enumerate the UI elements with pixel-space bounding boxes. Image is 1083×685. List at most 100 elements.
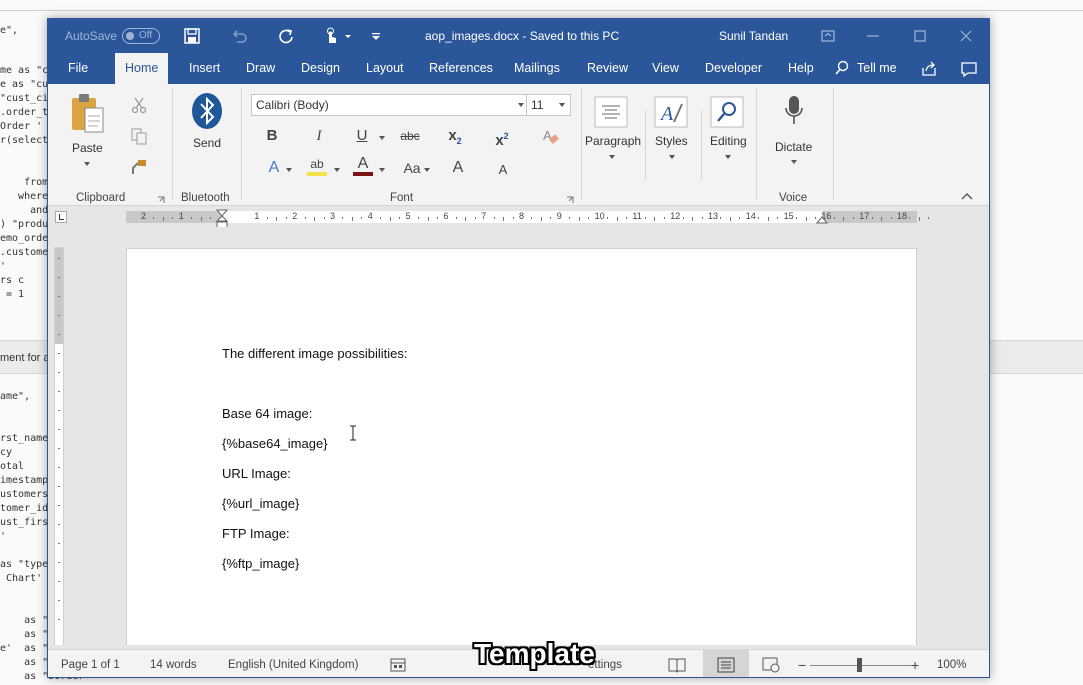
styles-icon[interactable]: A: [654, 96, 688, 128]
ruler-minor-tick: [739, 217, 741, 219]
share-icon[interactable]: [920, 60, 938, 78]
clear-formatting-icon[interactable]: A: [542, 128, 560, 146]
tab-insert[interactable]: Insert: [179, 53, 230, 84]
cut-icon[interactable]: [130, 96, 148, 114]
editing-dropdown-arrow[interactable]: [725, 155, 731, 159]
styles-dropdown-arrow[interactable]: [669, 155, 675, 159]
tab-layout[interactable]: Layout: [356, 53, 414, 84]
horizontal-ruler[interactable]: 2 1 1 2 3 4 5 6 7 8 9 10 11 12 13 14 15 16 17 18: [48, 207, 989, 229]
superscript-button[interactable]: x2: [488, 124, 516, 149]
zoom-slider-track[interactable]: [810, 665, 914, 666]
macro-recording-icon[interactable]: [390, 657, 406, 673]
language-indicator[interactable]: English (United Kingdom): [228, 650, 358, 677]
grow-font-button[interactable]: A: [444, 156, 472, 180]
document-paragraph[interactable]: {%base64_image}: [222, 436, 328, 451]
redo-icon[interactable]: [277, 27, 295, 45]
zoom-in-button[interactable]: +: [911, 650, 919, 677]
close-icon[interactable]: [954, 24, 978, 48]
customize-toolbar-icon[interactable]: [370, 27, 382, 45]
change-case-dropdown-arrow[interactable]: [424, 168, 430, 172]
code-line: ust_firs: [0, 517, 49, 528]
paste-dropdown-arrow[interactable]: [84, 162, 90, 166]
subscript-button[interactable]: x2: [441, 124, 469, 148]
zoom-level[interactable]: 100%: [937, 650, 966, 677]
document-paragraph[interactable]: Base 64 image:: [222, 406, 312, 421]
web-layout-icon[interactable]: [762, 657, 780, 673]
tab-file[interactable]: File: [58, 53, 98, 84]
document-page[interactable]: The different image possibilities: Base 6…: [126, 248, 917, 645]
copy-icon[interactable]: [130, 127, 148, 145]
ruler-minor-tick: [162, 217, 164, 221]
undo-icon[interactable]: [230, 27, 248, 45]
shrink-font-button[interactable]: A: [489, 158, 517, 182]
zoom-slider-thumb[interactable]: [857, 658, 862, 672]
paragraph-button-label[interactable]: Paragraph: [585, 134, 641, 148]
text-effects-dropdown-arrow[interactable]: [286, 168, 292, 172]
dictate-dropdown-arrow[interactable]: [791, 160, 797, 164]
font-name-dropdown[interactable]: Calibri (Body): [251, 94, 527, 116]
styles-button-label[interactable]: Styles: [655, 134, 688, 148]
document-paragraph[interactable]: {%url_image}: [222, 496, 299, 511]
word-count[interactable]: 14 words: [150, 650, 197, 677]
tab-mailings[interactable]: Mailings: [504, 53, 570, 84]
text-effects-button[interactable]: A: [260, 156, 288, 180]
search-icon[interactable]: [834, 60, 850, 76]
print-layout-button[interactable]: [703, 650, 749, 677]
ribbon-display-options-icon[interactable]: [816, 24, 840, 48]
ruler-tick-label: 4: [367, 211, 373, 221]
save-icon[interactable]: [183, 27, 201, 45]
bluetooth-icon[interactable]: [190, 92, 224, 130]
paragraph-dropdown-arrow[interactable]: [609, 155, 615, 159]
chevron-down-icon[interactable]: [344, 27, 352, 45]
paragraph-icon[interactable]: [594, 96, 628, 128]
tab-design[interactable]: Design: [291, 53, 350, 84]
tab-help[interactable]: Help: [778, 53, 824, 84]
bold-button[interactable]: B: [258, 124, 286, 148]
dialog-launcher-icon[interactable]: [157, 196, 165, 204]
font-size-dropdown[interactable]: 11: [527, 94, 571, 116]
right-indent-marker-icon[interactable]: [816, 213, 828, 225]
strikethrough-button[interactable]: abc: [396, 124, 424, 148]
tab-selector[interactable]: [55, 211, 67, 223]
page-indicator[interactable]: Page 1 of 1: [61, 650, 120, 677]
tab-review[interactable]: Review: [577, 53, 638, 84]
comments-icon[interactable]: [960, 60, 978, 78]
touch-mode-icon[interactable]: [322, 27, 340, 45]
minimize-icon[interactable]: [861, 24, 885, 48]
tab-developer[interactable]: Developer: [695, 53, 772, 84]
collapse-ribbon-icon[interactable]: [960, 191, 974, 201]
document-paragraph[interactable]: The different image possibilities:: [222, 346, 407, 361]
read-mode-icon[interactable]: [668, 657, 686, 673]
tab-home[interactable]: Home: [115, 53, 169, 84]
autosave-toggle[interactable]: Off: [122, 28, 160, 44]
paste-button-label[interactable]: Paste: [72, 141, 103, 155]
dialog-launcher-icon[interactable]: [566, 196, 574, 204]
underline-button[interactable]: U: [348, 124, 376, 148]
send-button-label[interactable]: Send: [193, 136, 221, 150]
vertical-ruler[interactable]: [54, 247, 64, 645]
code-line: .custome: [0, 247, 49, 258]
change-case-button[interactable]: Aa: [398, 156, 426, 180]
document-paragraph[interactable]: FTP Image:: [222, 526, 290, 541]
user-name[interactable]: Sunil Tandan: [719, 19, 788, 53]
tab-view[interactable]: View: [642, 53, 689, 84]
microphone-icon[interactable]: [784, 94, 804, 130]
document-paragraph[interactable]: URL Image:: [222, 466, 291, 481]
font-color-dropdown-arrow[interactable]: [379, 168, 385, 172]
tab-references[interactable]: References: [419, 53, 503, 84]
underline-dropdown-arrow[interactable]: [379, 136, 385, 140]
tell-me-search[interactable]: Tell me: [857, 53, 897, 84]
tab-draw[interactable]: Draw: [236, 53, 285, 84]
dictate-button-label[interactable]: Dictate: [775, 140, 812, 154]
paste-icon[interactable]: [70, 92, 106, 136]
zoom-out-button[interactable]: −: [798, 650, 806, 677]
italic-button[interactable]: I: [305, 124, 333, 148]
document-paragraph[interactable]: {%ftp_image}: [222, 556, 299, 571]
ruler-minor-tick: [153, 217, 155, 219]
maximize-icon[interactable]: [908, 24, 932, 48]
format-painter-icon[interactable]: [130, 158, 148, 176]
editing-icon[interactable]: [710, 96, 744, 128]
editing-button-label[interactable]: Editing: [710, 134, 747, 148]
code-line: r(select: [0, 135, 49, 146]
highlight-dropdown-arrow[interactable]: [334, 168, 340, 172]
